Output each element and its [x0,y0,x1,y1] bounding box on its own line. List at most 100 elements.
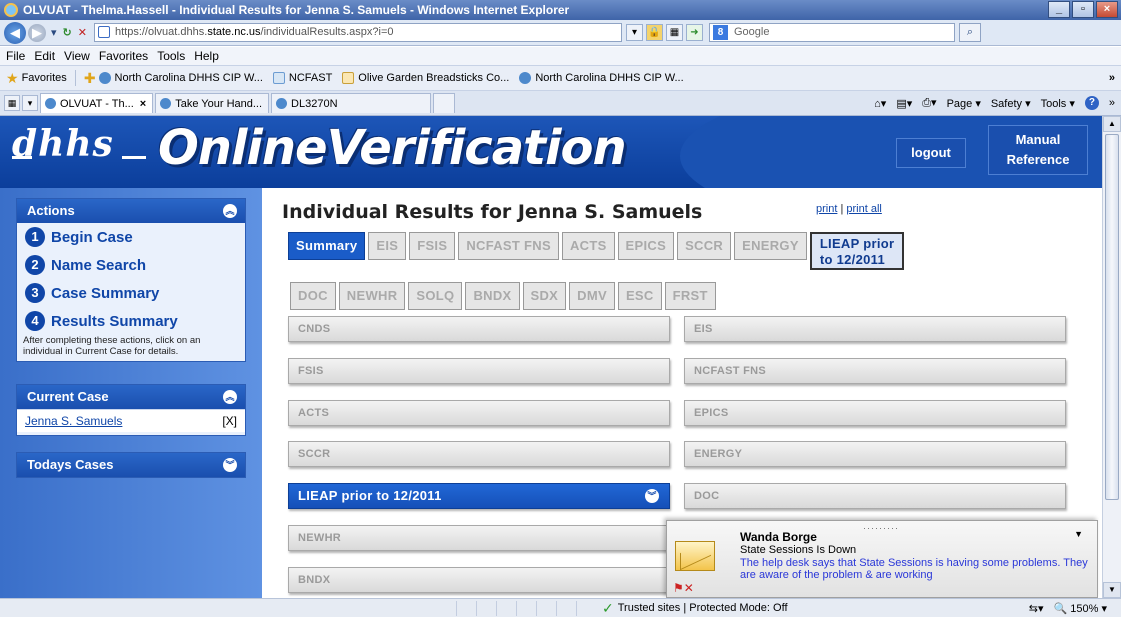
print-icon[interactable]: ⎙▾ [922,96,936,110]
result-bar-doc[interactable]: DOC [684,483,1066,509]
actions-header[interactable]: Actions ︽ [17,199,245,223]
chevron-more-icon[interactable]: » [1109,72,1115,84]
chevron-more-icon[interactable]: » [1109,97,1115,109]
tab-solq[interactable]: SOLQ [408,282,463,310]
search-icon[interactable]: ⌕ [958,23,981,42]
refresh-icon[interactable]: ↻ [63,26,72,39]
logout-button[interactable]: logout [896,138,966,168]
email-notification[interactable]: ········· Wanda Borge State Sessions Is … [666,520,1098,598]
result-bar-newhr[interactable]: NEWHR [288,525,670,551]
print-link[interactable]: print [816,203,837,215]
stop-icon[interactable]: ✕ [78,26,87,39]
new-tab-button[interactable] [433,93,456,113]
page-menu[interactable]: Page ▾ [947,97,981,110]
result-bar-bndx[interactable]: BNDX [288,567,670,593]
tab-list-icon[interactable]: ▾ [22,95,38,111]
tab-eis[interactable]: EIS [368,232,407,260]
lock-icon[interactable]: 🔒 [645,24,663,41]
tab-energy[interactable]: ENERGY [734,232,807,260]
minimize-button[interactable]: _ [1048,1,1070,18]
manual-reference-button[interactable]: Manual Reference [988,125,1088,175]
maximize-button[interactable]: ▫ [1072,1,1094,18]
expand-icon[interactable]: ︾ [645,489,659,503]
browser-tab-dl3270n[interactable]: DL3270N [271,93,432,113]
notification-options-icon[interactable]: ▼ [1074,529,1083,539]
close-window-button[interactable]: × [1096,1,1118,18]
favorites-button[interactable]: Favorites [22,72,67,84]
result-bar-energy[interactable]: ENERGY [684,441,1066,467]
url-dropdown-icon[interactable]: ▾ [625,24,643,41]
zoom-control[interactable]: 🔍 150% ▾ [1054,602,1107,615]
safety-menu[interactable]: Safety ▾ [991,97,1031,110]
action-results-summary[interactable]: 4 Results Summary [17,307,245,335]
menu-view[interactable]: View [64,49,90,63]
action-case-summary[interactable]: 3 Case Summary [17,279,245,307]
scroll-thumb[interactable] [1105,134,1119,500]
menu-edit[interactable]: Edit [34,49,55,63]
current-case-header[interactable]: Current Case ︽ [17,385,245,409]
tab-frst[interactable]: FRST [664,282,716,310]
result-bar-acts[interactable]: ACTS [288,400,670,426]
feeds-icon[interactable]: ▤▾ [896,97,912,110]
scroll-up-icon[interactable]: ▲ [1103,116,1121,132]
popup-blocker-icon[interactable]: ⇆▾ [1029,602,1044,615]
tab-esc[interactable]: ESC [617,282,662,310]
search-input[interactable]: 8 Google [708,23,955,42]
favorites-star-icon[interactable]: ★ [6,70,19,87]
tab-epics[interactable]: EPICS [617,232,675,260]
tab-lieap[interactable]: LIEAP prior to 12/2011 [809,232,905,270]
action-begin-case[interactable]: 1 Begin Case [17,223,245,251]
vertical-scrollbar[interactable]: ▲ ▼ [1102,116,1121,598]
tab-newhr[interactable]: NEWHR [338,282,406,310]
favorite-link[interactable]: NCFAST [272,72,332,84]
result-bar-eis[interactable]: EIS [684,316,1066,342]
home-icon[interactable]: ⌂▾ [874,97,886,110]
recent-pages-icon[interactable]: ▾ [51,26,57,39]
help-icon[interactable]: ? [1084,96,1099,110]
result-bar-sccr[interactable]: SCCR [288,441,670,467]
tab-sdx[interactable]: SDX [522,282,567,310]
flag-delete-icons[interactable]: ⚑✕ [673,581,694,595]
close-tab-icon[interactable]: × [140,98,146,110]
remove-case-button[interactable]: [X] [222,414,237,428]
favorite-link[interactable]: Olive Garden Breadsticks Co... [342,72,509,84]
result-bar-lieap[interactable]: LIEAP prior to 12/2011 ︾ [288,483,670,509]
go-arrow-icon[interactable]: ➜ [685,24,703,41]
forward-button[interactable]: ▶ [28,23,46,42]
collapse-icon[interactable]: ︽ [223,204,237,218]
menu-tools[interactable]: Tools [157,49,185,63]
expand-icon[interactable]: ︾ [223,458,237,472]
menu-favorites[interactable]: Favorites [99,49,148,63]
tab-ncfast-fns[interactable]: NCFAST FNS [458,232,559,260]
favorite-link[interactable]: North Carolina DHHS CIP W... [98,72,263,84]
collapse-icon[interactable]: ︽ [223,390,237,404]
scroll-down-icon[interactable]: ▼ [1103,582,1121,598]
result-bar-cnds[interactable]: CNDS [288,316,670,342]
tools-menu[interactable]: Tools ▾ [1041,97,1075,110]
tab-dmv[interactable]: DMV [569,282,615,310]
favorite-link[interactable]: North Carolina DHHS CIP W... [519,72,684,84]
back-button[interactable]: ◀ [4,21,26,44]
add-favorite-icon[interactable]: ✚ [84,70,96,87]
quick-tabs-icon[interactable]: ▦ [4,95,20,111]
todays-cases-header[interactable]: Todays Cases ︾ [17,453,245,477]
print-all-link[interactable]: print all [846,203,881,215]
url-field[interactable]: https://olvuat.dhhs.state.nc.us/individu… [93,23,622,42]
action-name-search[interactable]: 2 Name Search [17,251,245,279]
tab-bndx[interactable]: BNDX [465,282,520,310]
result-bar-ncfast-fns[interactable]: NCFAST FNS [684,358,1066,384]
result-bar-epics[interactable]: EPICS [684,400,1066,426]
tab-summary[interactable]: Summary [288,232,366,260]
tab-acts[interactable]: ACTS [561,232,615,260]
tab-doc[interactable]: DOC [290,282,336,310]
browser-tab-olvuat[interactable]: OLVUAT - Th... × [40,93,154,113]
compatibility-icon[interactable]: ▦ [665,24,683,41]
case-person-link[interactable]: Jenna S. Samuels [25,414,122,428]
tab-sccr[interactable]: SCCR [677,232,732,260]
drag-grip-icon[interactable]: ········· [863,523,899,533]
result-bar-fsis[interactable]: FSIS [288,358,670,384]
tab-fsis[interactable]: FSIS [409,232,456,260]
menu-file[interactable]: File [6,49,25,63]
menu-help[interactable]: Help [194,49,219,63]
security-zone[interactable]: ✓ Trusted sites | Protected Mode: Off [602,600,788,617]
